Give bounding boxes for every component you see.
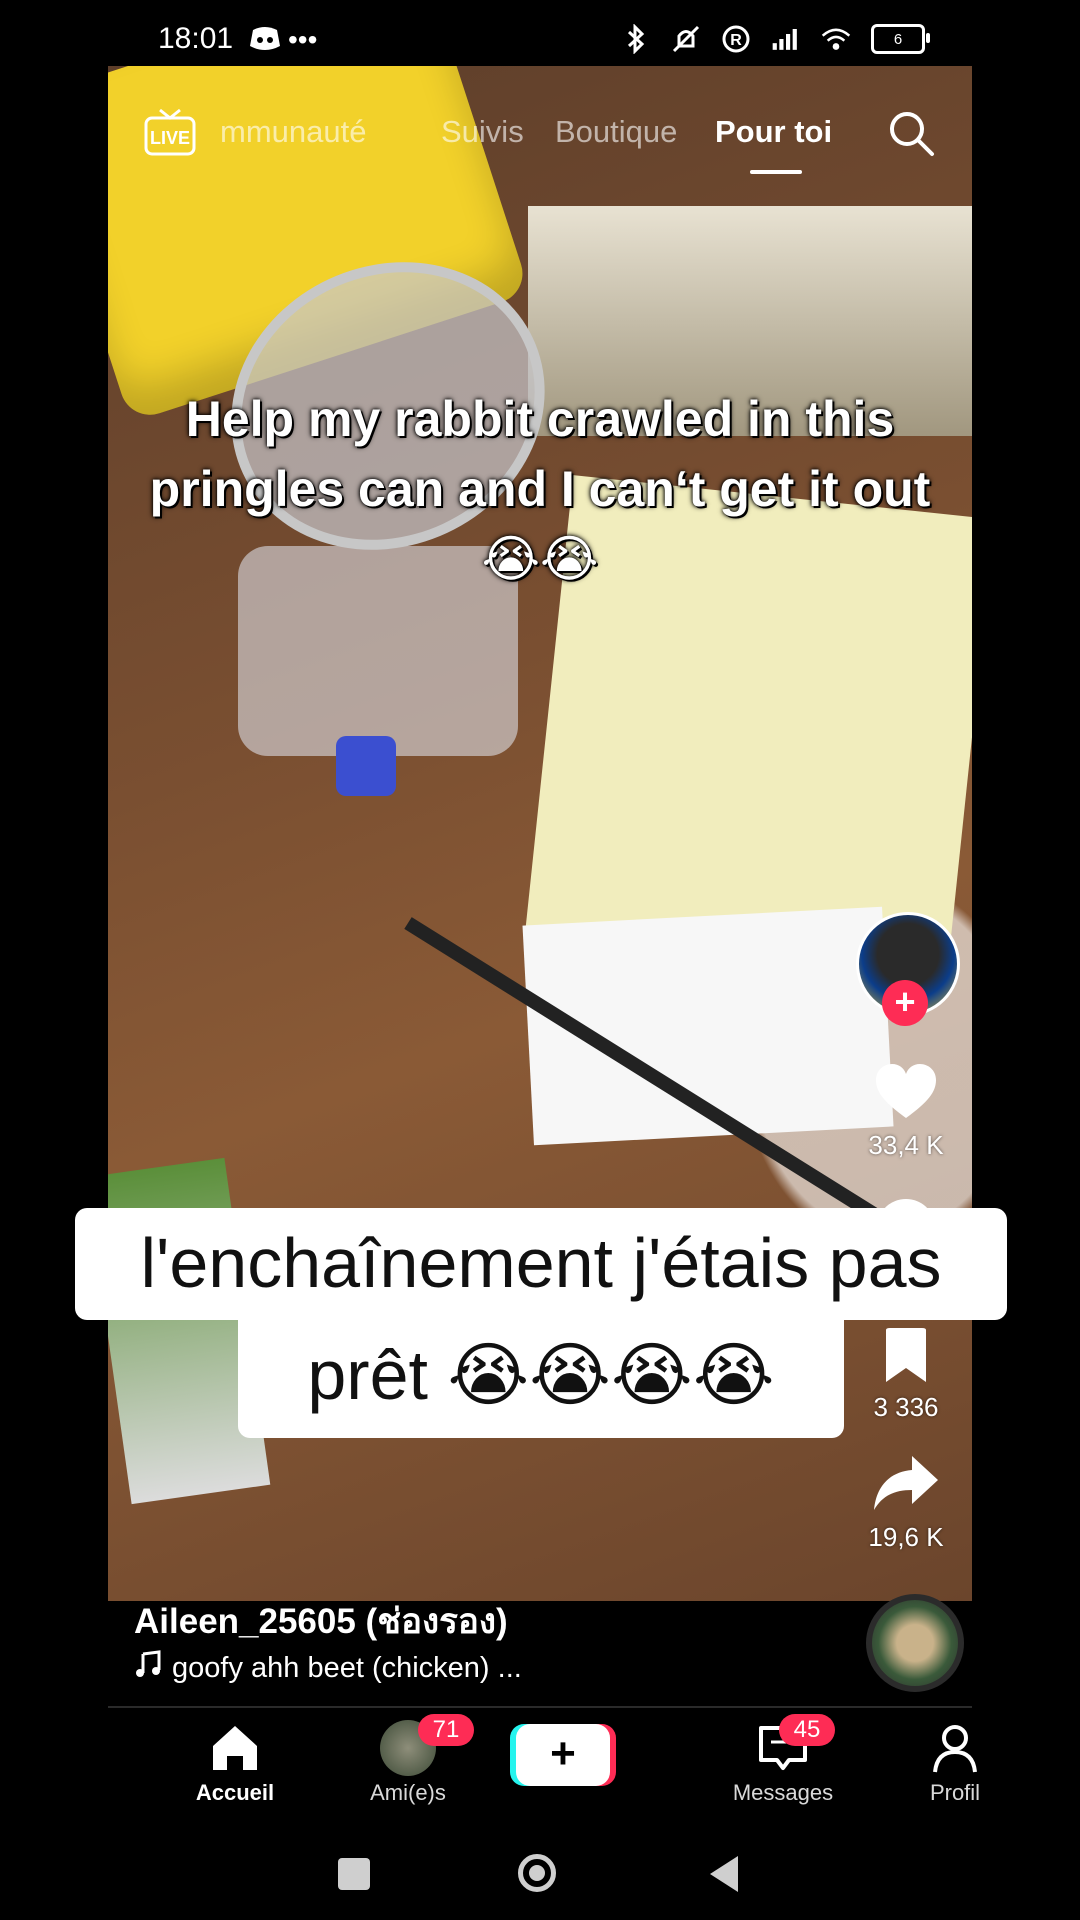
nav-friends-label: Ami(e)s — [370, 1780, 446, 1805]
nav-messages[interactable]: 45 Messages — [713, 1714, 853, 1806]
tab-suivis[interactable]: Suivis — [441, 114, 524, 150]
nav-home-label: Accueil — [195, 1780, 275, 1805]
top-nav: LIVE mmunauté Suivis Boutique Pour toi — [108, 100, 972, 174]
nav-home[interactable]: Accueil — [165, 1720, 305, 1806]
friends-badge: 71 — [418, 1714, 474, 1746]
discord-notification-icon — [248, 26, 282, 57]
more-notifications-icon: ••• — [288, 24, 318, 55]
nav-messages-label: Messages — [732, 1780, 834, 1805]
nav-friends[interactable]: 71 Ami(e)s — [338, 1714, 478, 1806]
wifi-icon — [821, 24, 851, 54]
nav-profile[interactable]: Profil — [885, 1720, 1025, 1806]
profile-icon — [933, 1725, 977, 1773]
back-button[interactable] — [710, 1856, 738, 1892]
system-nav-bar — [0, 1830, 1080, 1920]
recents-button[interactable] — [338, 1858, 370, 1890]
divider — [108, 1706, 972, 1708]
nav-create[interactable]: + — [493, 1720, 633, 1786]
tab-pour-toi[interactable]: Pour toi — [715, 114, 832, 150]
svg-text:LIVE: LIVE — [150, 128, 190, 148]
author-name[interactable]: Aileen_25605 (ช่องรอง) — [134, 1594, 508, 1649]
live-icon[interactable]: LIVE — [144, 108, 196, 156]
bookmark-count: 3 336 — [873, 1392, 939, 1422]
status-icons: R 6 — [621, 24, 930, 54]
comment-overlay-line2: prêt 😭😭😭😭 — [307, 1336, 775, 1414]
follow-plus-button[interactable]: + — [882, 980, 928, 1026]
bookmark-icon[interactable] — [882, 1326, 930, 1384]
bottom-nav: Accueil 71 Ami(e)s + 45 Messages Profil — [108, 1710, 980, 1825]
heart-icon[interactable] — [874, 1062, 938, 1120]
messages-badge: 45 — [779, 1714, 835, 1746]
battery-icon: 6 — [871, 24, 930, 54]
svg-text:R: R — [730, 32, 742, 49]
create-plus-button[interactable]: + — [516, 1724, 610, 1786]
share-count: 19,6 K — [868, 1522, 944, 1552]
active-tab-indicator — [750, 170, 802, 174]
music-note-icon — [134, 1650, 162, 1686]
like-count: 33,4 K — [868, 1130, 944, 1160]
bluetooth-icon — [621, 24, 651, 54]
comment-overlay-line1: l'enchaînement j'étais pas — [140, 1224, 942, 1302]
signal-icon — [771, 24, 801, 54]
mute-icon — [671, 24, 701, 54]
status-bar: 18:01 ••• R 6 — [0, 0, 1080, 66]
registered-icon: R — [721, 24, 751, 54]
system-home-button[interactable] — [518, 1854, 556, 1892]
nav-profile-label: Profil — [929, 1780, 981, 1805]
video-blue-cube — [336, 736, 396, 796]
music-title: goofy ahh beet (chicken) ... — [172, 1651, 522, 1684]
tab-boutique[interactable]: Boutique — [555, 114, 677, 150]
video-caption: Help my rabbit crawled in this pringles … — [149, 391, 931, 587]
tab-communaute[interactable]: mmunauté — [220, 114, 366, 150]
music-disc[interactable] — [866, 1594, 964, 1692]
search-icon[interactable] — [886, 108, 936, 158]
share-icon[interactable] — [872, 1454, 940, 1512]
music-row[interactable]: goofy ahh beet (chicken) ... — [134, 1650, 522, 1686]
home-icon — [213, 1726, 257, 1770]
status-time: 18:01 — [158, 22, 234, 55]
